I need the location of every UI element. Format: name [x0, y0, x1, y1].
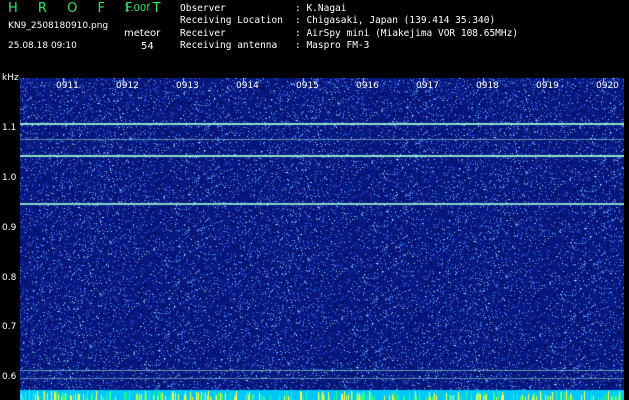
x-tick-label: 0912 — [116, 81, 139, 91]
x-tick-label: 0914 — [236, 81, 259, 91]
info-row-antenna: Receiving antenna : Maspro FM-3 — [180, 40, 518, 52]
x-tick-label: 0916 — [356, 81, 379, 91]
y-tick-label: 0.6 — [2, 372, 17, 382]
header-panel: H R O F F T 1.00f KN9_2508180910.png met… — [0, 0, 629, 75]
spectrogram-plot — [20, 78, 624, 400]
app-version: 1.00f — [124, 3, 150, 14]
info-key: Observer — [180, 3, 226, 14]
info-value: : Chigasaki, Japan (139.414 35.340) — [295, 15, 496, 27]
info-value: : K.Nagai — [295, 3, 347, 14]
info-row-location: Receiving Location : Chigasaki, Japan (1… — [180, 15, 518, 27]
x-tick-label: 0913 — [176, 81, 199, 91]
info-value: : Maspro FM-3 — [295, 40, 370, 52]
date-time: 25.08.18 09:10 — [8, 41, 77, 51]
y-tick-label: 0.9 — [2, 223, 17, 233]
file-name: KN9_2508180910.png — [8, 21, 109, 31]
info-row-observer: Observer : K.Nagai — [180, 3, 518, 15]
info-key: Receiver — [180, 27, 226, 39]
y-tick-label: 0.7 — [2, 322, 17, 332]
x-tick-label: 0917 — [416, 81, 439, 91]
meteor-count: 54 — [141, 41, 154, 52]
info-row-receiver: Receiver : AirSpy mini (Miakejima VOR 10… — [180, 28, 518, 40]
x-tick-label: 0918 — [476, 81, 499, 91]
y-axis-unit: kHz — [2, 73, 19, 83]
x-tick-label: 0919 — [536, 81, 559, 91]
y-tick-label: 1.1 — [2, 123, 17, 133]
x-tick-label: 0920 — [596, 81, 619, 91]
meteor-label: meteor — [124, 28, 161, 39]
station-info: Observer : K.Nagai Receiving Location : … — [180, 3, 518, 53]
x-tick-label: 0911 — [56, 81, 79, 91]
info-value: : AirSpy mini (Miakejima VOR 108.65MHz) — [295, 27, 519, 39]
y-tick-label: 0.8 — [2, 273, 17, 283]
x-tick-label: 0915 — [296, 81, 319, 91]
info-key: Receiving Location — [180, 15, 283, 27]
info-key: Receiving antenna — [180, 40, 278, 52]
y-tick-label: 1.0 — [2, 173, 17, 183]
